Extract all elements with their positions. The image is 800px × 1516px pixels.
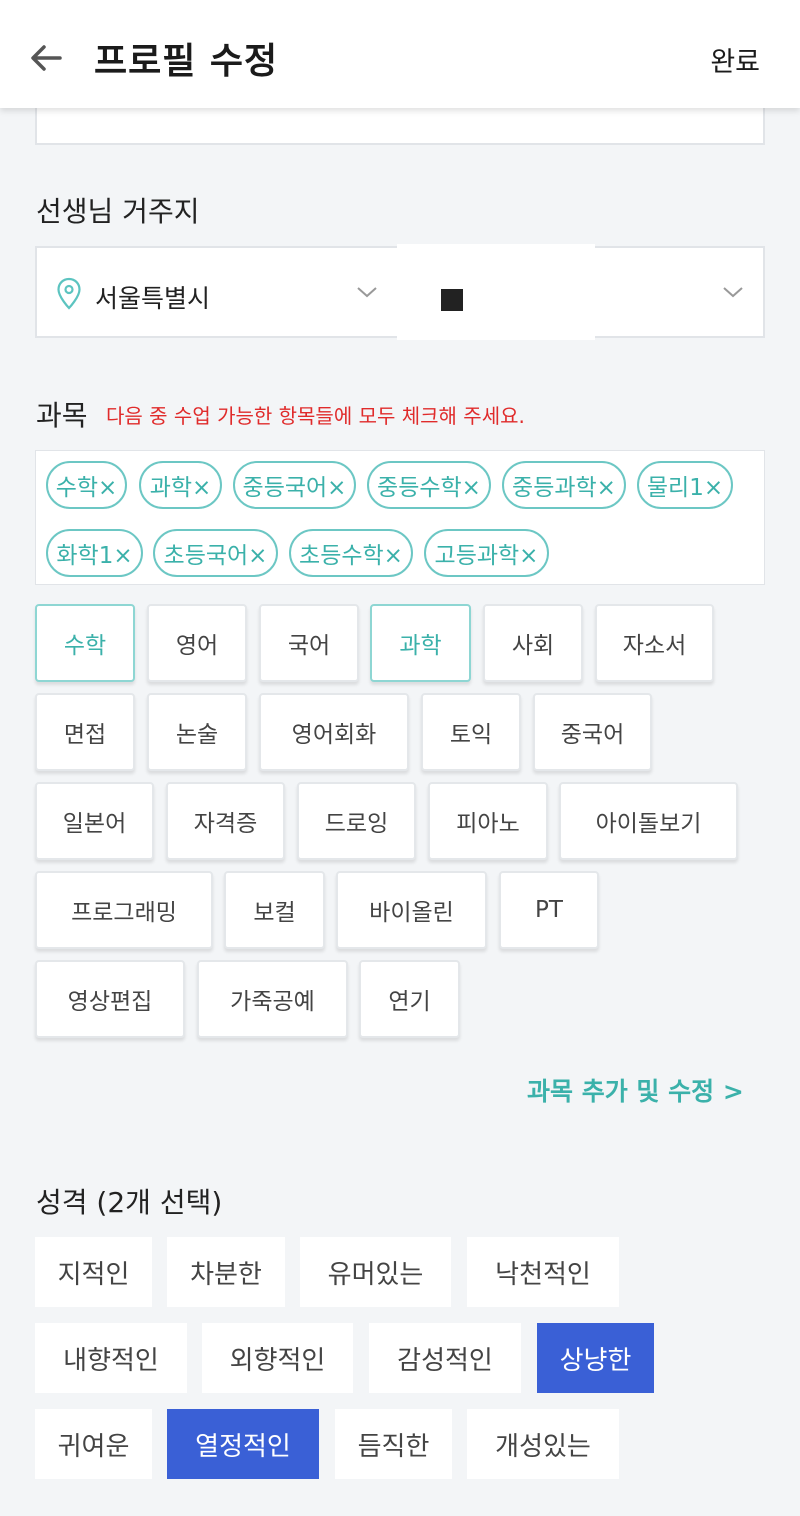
subject-option-drawing[interactable]: 드로잉	[297, 782, 416, 860]
subject-option-programming[interactable]: 프로그래밍	[35, 871, 213, 949]
subject-option-violin[interactable]: 바이올린	[336, 871, 487, 949]
subject-option-babysitting[interactable]: 아이돌보기	[559, 782, 738, 860]
district-dropdown[interactable]	[397, 244, 595, 340]
add-edit-subjects-link[interactable]: 과목 추가 및 수정 >	[527, 1072, 744, 1108]
trait-option-introverted[interactable]: 내향적인	[35, 1323, 187, 1393]
district-placeholder-mark	[441, 289, 463, 311]
subject-option-essay[interactable]: 논술	[147, 693, 247, 771]
trait-option-reliable[interactable]: 듬직한	[335, 1409, 452, 1479]
subject-option-science[interactable]: 과학	[370, 604, 471, 682]
subject-option-chinese[interactable]: 중국어	[533, 693, 652, 771]
trait-option-unique[interactable]: 개성있는	[467, 1409, 619, 1479]
subject-option-leathercraft[interactable]: 가죽공예	[197, 960, 348, 1038]
subject-option-social[interactable]: 사회	[483, 604, 583, 682]
subject-option-self-intro[interactable]: 자소서	[595, 604, 714, 682]
trait-option-passionate[interactable]: 열정적인	[167, 1409, 319, 1479]
city-dropdown-value[interactable]: 서울특별시	[95, 279, 210, 315]
subject-option-piano[interactable]: 피아노	[428, 782, 548, 860]
selected-subject-chip[interactable]: 중등국어×	[233, 461, 356, 509]
selected-subject-chip[interactable]: 초등국어×	[153, 529, 278, 577]
trait-option-intellectual[interactable]: 지적인	[35, 1237, 152, 1307]
back-arrow-icon	[31, 45, 62, 71]
trait-option-optimistic[interactable]: 낙천적인	[467, 1237, 619, 1307]
chevron-down-icon[interactable]	[721, 282, 745, 302]
subjects-hint: 다음 중 수업 가능한 항목들에 모두 체크해 주세요.	[106, 404, 525, 428]
subject-option-certificate[interactable]: 자격증	[166, 782, 285, 860]
personality-label: 성격 (2개 선택)	[36, 1186, 223, 1219]
subject-option-pt[interactable]: PT	[499, 871, 599, 949]
page-title: 프로필 수정	[94, 41, 279, 82]
chevron-down-icon[interactable]	[355, 282, 379, 302]
residence-label: 선생님 거주지	[36, 195, 200, 228]
subject-option-interview[interactable]: 면접	[35, 693, 135, 771]
back-button[interactable]	[24, 36, 68, 80]
subject-option-english[interactable]: 영어	[147, 604, 247, 682]
subject-option-video-editing[interactable]: 영상편집	[35, 960, 185, 1038]
selected-subject-chip[interactable]: 초등수학×	[289, 529, 413, 577]
trait-option-kind[interactable]: 상냥한	[537, 1323, 654, 1393]
subject-option-toeic[interactable]: 토익	[421, 693, 521, 771]
selected-subject-chip[interactable]: 수학×	[46, 461, 127, 509]
selected-subject-chip[interactable]: 중등과학×	[502, 461, 626, 509]
subject-option-japanese[interactable]: 일본어	[35, 782, 154, 860]
subject-option-math[interactable]: 수학	[35, 604, 135, 682]
selected-subject-chip[interactable]: 물리1×	[637, 461, 733, 509]
subject-option-english-conversation[interactable]: 영어회화	[259, 693, 409, 771]
selected-subject-chip[interactable]: 화학1×	[46, 529, 143, 577]
subject-option-korean[interactable]: 국어	[259, 604, 359, 682]
trait-option-calm[interactable]: 차분한	[167, 1237, 285, 1307]
selected-subject-chip[interactable]: 중등수학×	[367, 461, 491, 509]
subjects-label: 과목	[36, 399, 88, 432]
location-pin-icon	[57, 277, 81, 310]
trait-option-cute[interactable]: 귀여운	[35, 1409, 152, 1479]
subject-option-vocal[interactable]: 보컬	[224, 871, 325, 949]
subject-option-acting[interactable]: 연기	[359, 960, 460, 1038]
selected-subject-chip[interactable]: 과학×	[139, 461, 222, 509]
top-app-bar: 프로필 수정 완료	[0, 0, 800, 108]
trait-option-humorous[interactable]: 유머있는	[300, 1237, 451, 1307]
trait-option-extroverted[interactable]: 외향적인	[202, 1323, 353, 1393]
selected-subject-chip[interactable]: 고등과학×	[424, 529, 549, 577]
done-button[interactable]: 완료	[710, 40, 760, 79]
trait-option-emotional[interactable]: 감성적인	[369, 1323, 521, 1393]
